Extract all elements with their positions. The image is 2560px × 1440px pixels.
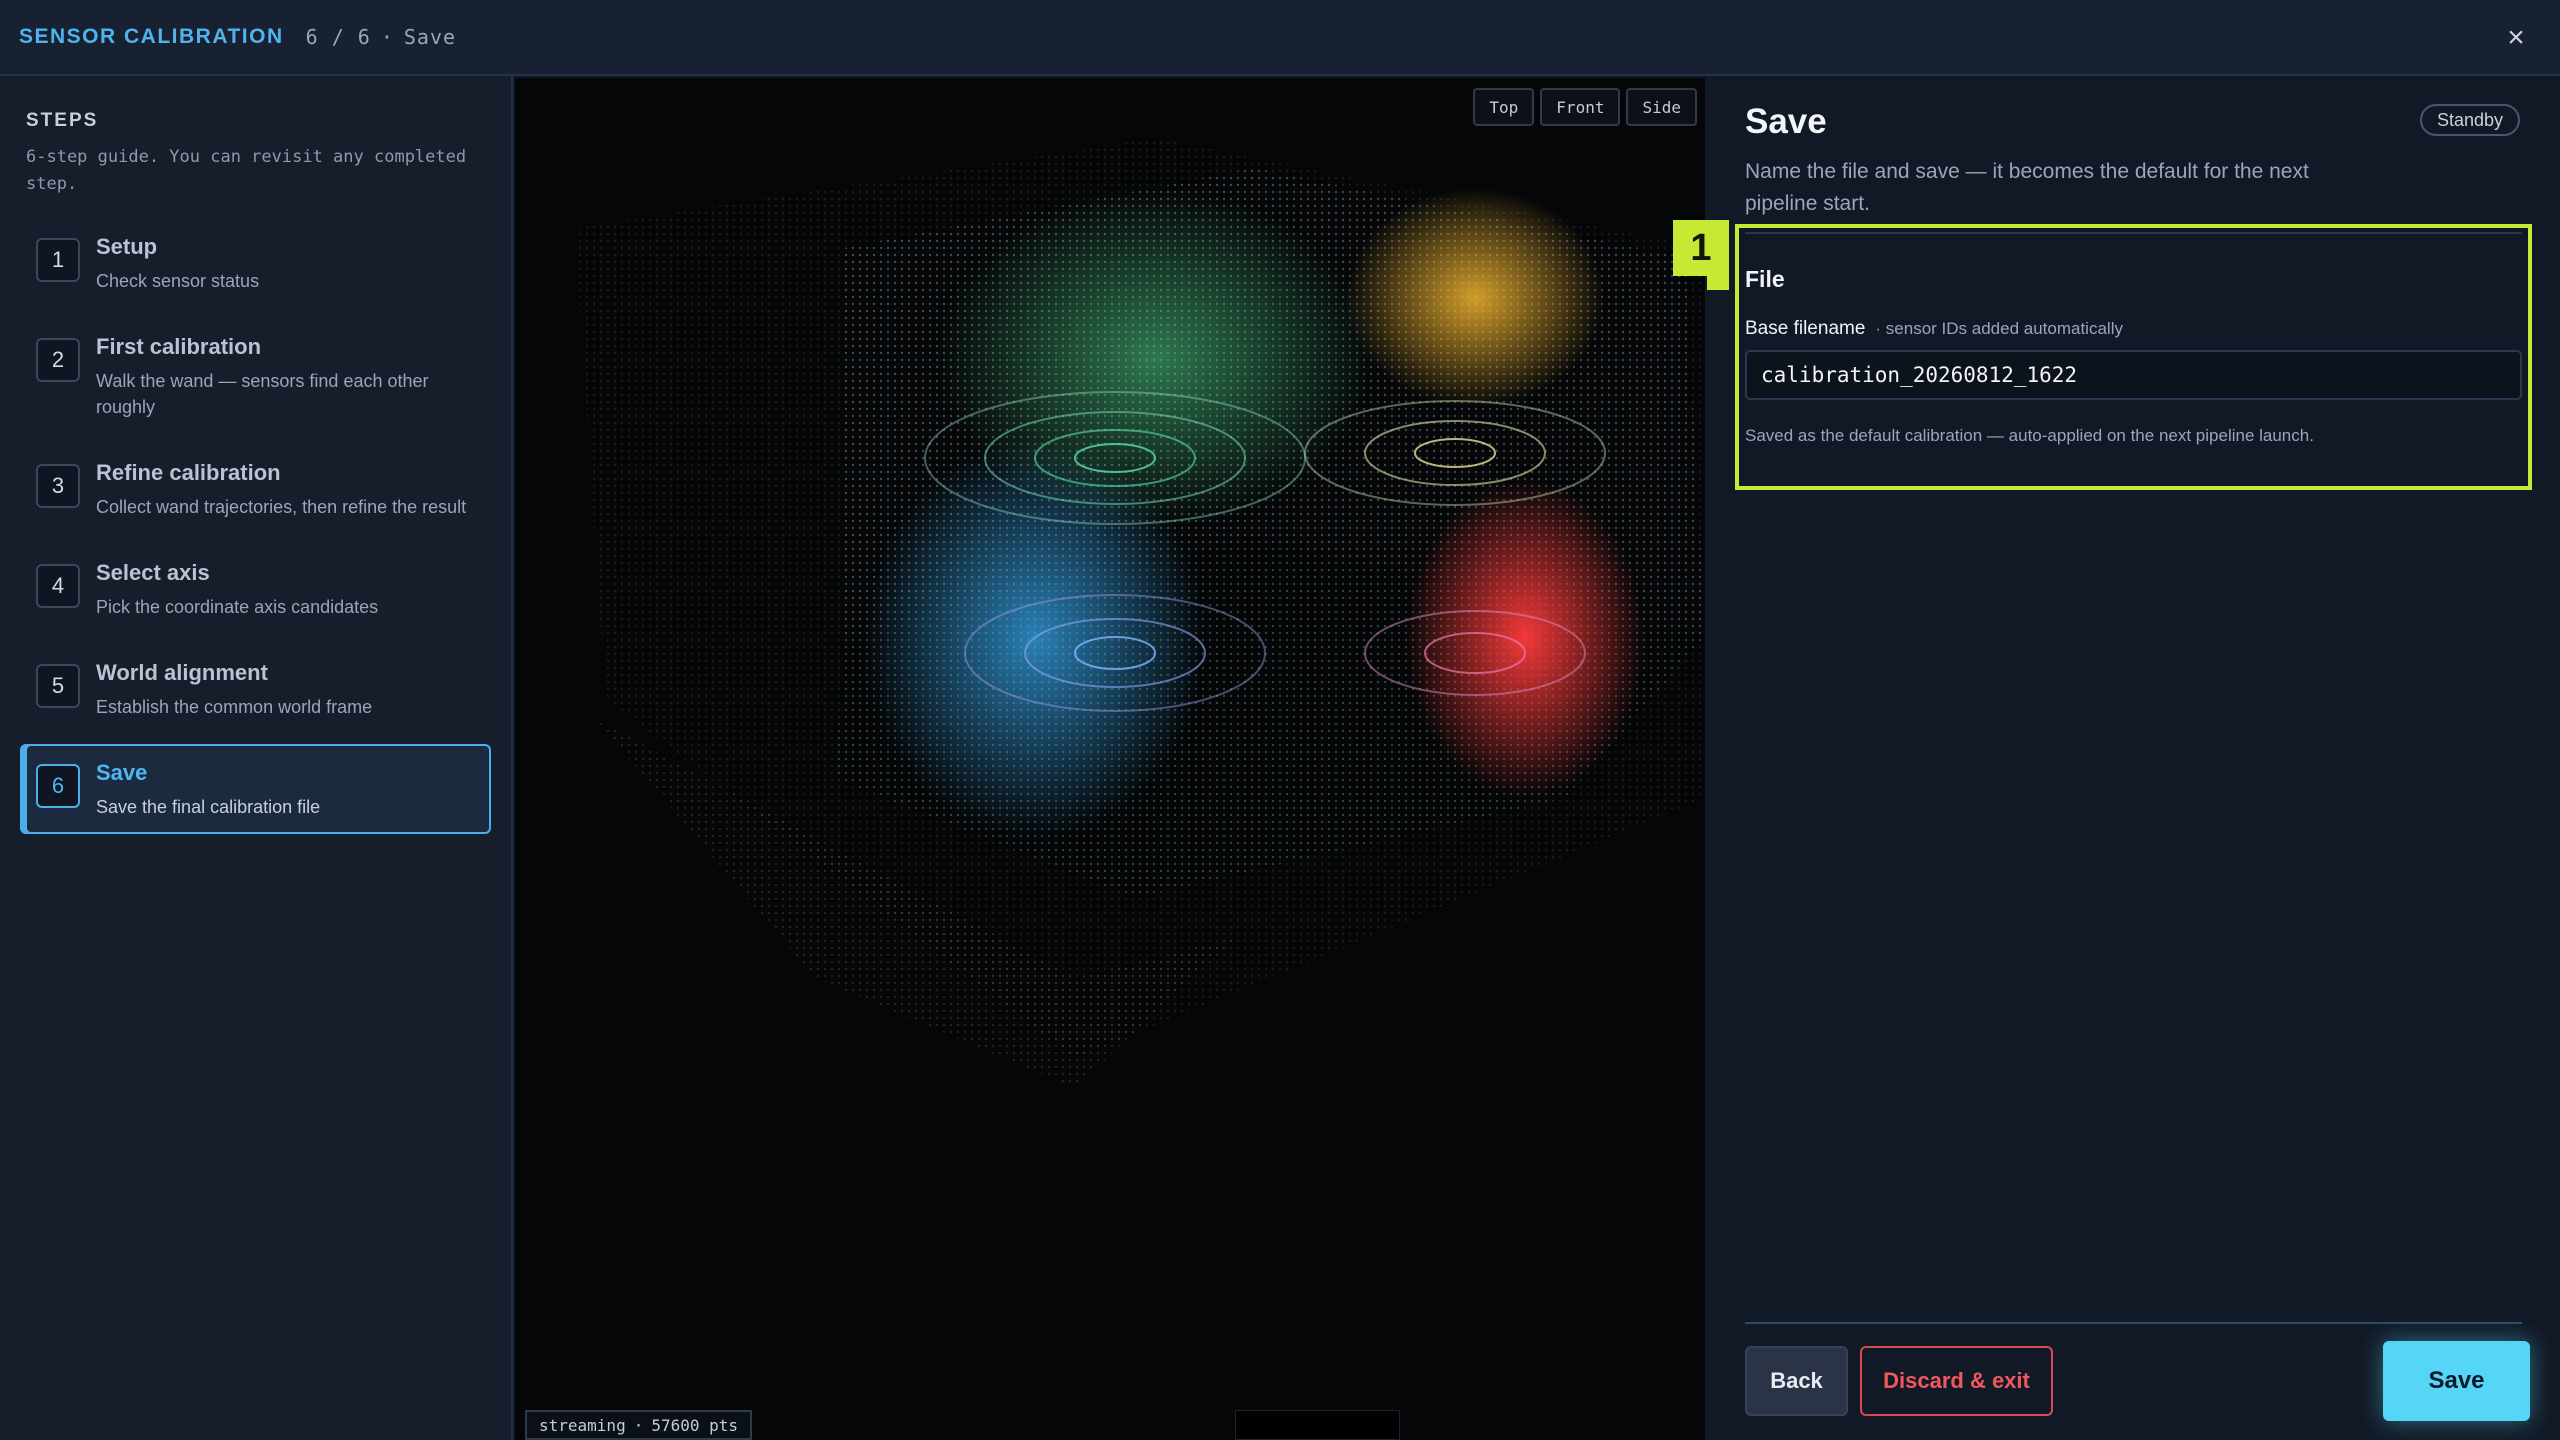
point-count: 57600 pts — [651, 1415, 739, 1435]
breadcrumb: 6 / 6 · Save — [306, 25, 456, 49]
callout-number: 1 — [1673, 220, 1729, 290]
step-label: Select axis — [96, 560, 210, 585]
status-badge: Standby — [2419, 104, 2520, 136]
step-item-world-alignment[interactable]: 5 World alignment Establish the common w… — [20, 644, 491, 734]
filename-label-text: Base filename — [1745, 318, 1866, 339]
steps-sidebar: STEPS 6-step guide. You can revisit any … — [0, 76, 513, 1440]
step-label: Refine calibration — [96, 460, 281, 485]
steps-heading: STEPS — [26, 110, 99, 131]
stream-state: streaming — [539, 1415, 626, 1435]
step-item-select-axis[interactable]: 4 Select axis Pick the coordinate axis c… — [20, 544, 491, 634]
filename-input[interactable] — [1745, 350, 2522, 400]
step-number: 5 — [36, 664, 80, 708]
step-item-save[interactable]: 6 Save Save the final calibration file — [20, 744, 491, 834]
point-cloud-render — [575, 138, 1705, 1088]
filename-note: Saved as the default calibration — auto-… — [1745, 426, 2314, 445]
point-cloud-viewport[interactable]: Top Front Side streaming · 57600 pts — [515, 78, 1705, 1440]
view-preset-buttons: Top Front Side — [1473, 88, 1697, 126]
app-title: SENSOR CALIBRATION — [19, 25, 284, 48]
step-list: 1 Setup Check sensor status 2 First cali… — [20, 218, 491, 834]
step-label: Save — [96, 760, 148, 785]
section-divider — [1745, 232, 2522, 234]
stream-status: streaming · 57600 pts — [525, 1410, 753, 1440]
panel-title: Save — [1745, 102, 1827, 141]
breadcrumb-current-step: Save — [403, 25, 457, 49]
viewport-overlay-bar — [1235, 1410, 1400, 1440]
view-front-button[interactable]: Front — [1540, 88, 1621, 126]
back-button[interactable]: Back — [1745, 1346, 1848, 1416]
step-description: Walk the wand — sensors find each other … — [96, 371, 429, 417]
step-description: Pick the coordinate axis candidates — [96, 597, 379, 617]
discard-exit-button[interactable]: Discard & exit — [1860, 1346, 2053, 1416]
panel-description: Name the file and save — it becomes the … — [1745, 160, 2309, 215]
file-section-callout: 1 File Base filename · sensor IDs added a… — [1673, 220, 2532, 490]
top-bar: SENSOR CALIBRATION 6 / 6 · Save × — [0, 0, 2560, 76]
step-description: Save the final calibration file — [96, 797, 321, 817]
step-label: First calibration — [96, 334, 262, 359]
step-number: 2 — [36, 338, 80, 382]
step-item-refine-calibration[interactable]: 3 Refine calibration Collect wand trajec… — [20, 444, 491, 534]
filename-hint: · sensor IDs added automatically — [1875, 319, 2123, 338]
step-number: 1 — [36, 238, 80, 282]
heat-yellow — [1345, 188, 1605, 408]
step-label: Setup — [96, 234, 158, 259]
step-number: 6 — [36, 764, 80, 808]
step-number: 4 — [36, 564, 80, 608]
view-top-button[interactable]: Top — [1473, 88, 1535, 126]
save-panel: Save Standby Name the file and save — it… — [1673, 78, 2560, 1440]
step-description: Establish the common world frame — [96, 697, 373, 717]
step-description: Collect wand trajectories, then refine t… — [96, 497, 467, 517]
step-number: 3 — [36, 464, 80, 508]
breadcrumb-separator: · — [380, 25, 394, 49]
step-item-first-calibration[interactable]: 2 First calibration Walk the wand — sens… — [20, 318, 491, 434]
save-button[interactable]: Save — [2383, 1341, 2530, 1421]
step-item-setup[interactable]: 1 Setup Check sensor status — [20, 218, 491, 308]
steps-description: 6-step guide. You can revisit any comple… — [26, 147, 467, 194]
view-side-button[interactable]: Side — [1626, 88, 1697, 126]
step-progress: 6 / 6 — [305, 25, 371, 49]
step-label: World alignment — [96, 660, 268, 685]
footer-divider — [1745, 1322, 2522, 1324]
filename-label: Base filename · sensor IDs added automati… — [1745, 318, 2123, 340]
stream-separator: · — [633, 1415, 644, 1435]
step-description: Check sensor status — [96, 271, 260, 291]
section-title: File — [1745, 266, 1785, 292]
heat-green — [935, 188, 1375, 528]
close-icon[interactable]: × — [2500, 21, 2532, 54]
